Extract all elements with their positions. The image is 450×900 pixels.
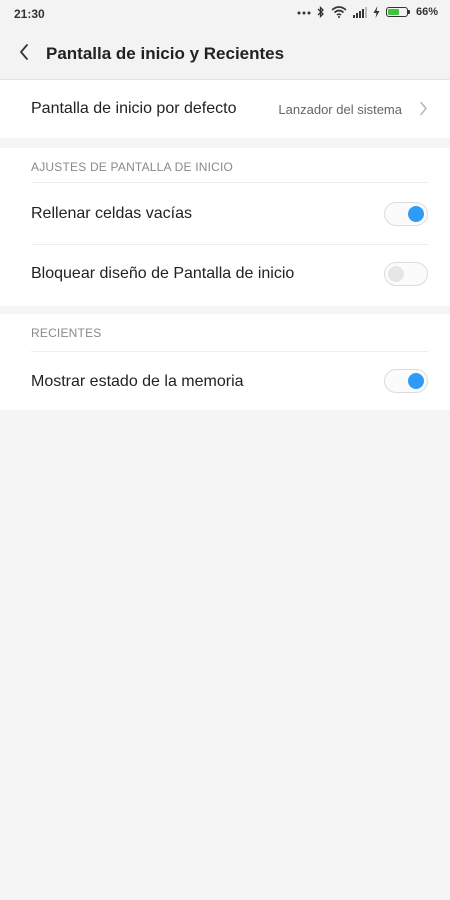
divider [31,182,428,183]
battery-icon [385,7,410,17]
fill-empty-cells-toggle[interactable] [384,202,428,226]
status-time: 21:30 [14,7,45,21]
charging-icon [373,6,380,18]
default-launcher-value: Lanzador del sistema [278,102,402,117]
page-title: Pantalla de inicio y Recientes [46,44,285,63]
list-item-fill-empty-cells[interactable]: Rellenar celdas vacías [0,184,450,244]
show-memory-toggle[interactable] [384,369,428,393]
lock-layout-label: Bloquear diseño de Pantalla de inicio [31,265,295,282]
default-launcher-card: Pantalla de inicio por defecto Lanzador … [0,80,450,138]
app-header: Pantalla de inicio y Recientes [0,28,450,80]
chevron-right-icon [419,101,428,121]
section-header-home: AJUSTES DE PANTALLA DE INICIO [31,160,234,174]
back-button[interactable] [10,40,38,68]
toggle-knob [388,266,404,282]
toggle-knob [408,373,424,389]
section-header-recents: RECIENTES [31,326,102,340]
show-memory-label: Mostrar estado de la memoria [31,373,244,390]
fill-empty-cells-label: Rellenar celdas vacías [31,205,192,222]
lock-layout-toggle[interactable] [384,262,428,286]
status-bar: 21:30 66% [0,0,450,28]
home-settings-card: AJUSTES DE PANTALLA DE INICIO Rellenar c… [0,148,450,306]
battery-percent: 66% [415,6,438,18]
chevron-left-icon [18,43,30,66]
default-launcher-label: Pantalla de inicio por defecto [31,100,237,117]
list-item-show-memory[interactable]: Mostrar estado de la memoria [0,352,450,410]
more-dots-icon [297,9,311,15]
list-item-lock-layout[interactable]: Bloquear diseño de Pantalla de inicio [0,245,450,305]
recents-card: RECIENTES Mostrar estado de la memoria [0,314,450,410]
status-icons: 66% [297,6,438,18]
wifi-icon [331,6,347,18]
default-launcher-row[interactable]: Pantalla de inicio por defecto Lanzador … [0,80,450,138]
bluetooth-icon [317,6,325,18]
toggle-knob [408,206,424,222]
signal-icon [352,6,367,18]
